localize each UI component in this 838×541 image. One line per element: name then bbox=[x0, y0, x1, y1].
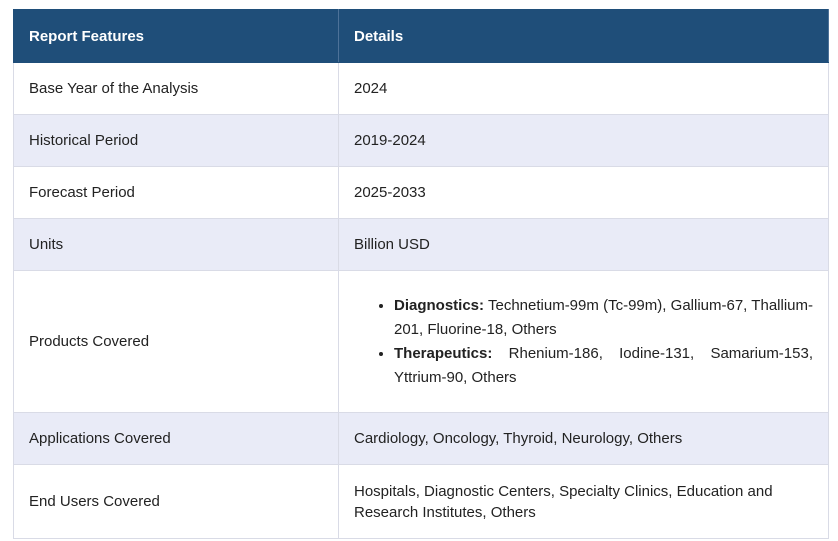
table-row: Historical Period 2019-2024 bbox=[13, 114, 829, 167]
table-row: Forecast Period 2025-2033 bbox=[13, 166, 829, 219]
header-report-features: Report Features bbox=[13, 9, 339, 63]
list-item-label: Diagnostics: bbox=[394, 296, 485, 314]
report-features-table: Report Features Details Base Year of the… bbox=[13, 9, 829, 539]
list-item: Diagnostics: Technetium-99m (Tc-99m), Ga… bbox=[394, 294, 813, 342]
feature-cell: Units bbox=[13, 218, 339, 271]
feature-cell: Products Covered bbox=[13, 270, 339, 413]
list-item-label: Therapeutics: bbox=[394, 344, 493, 362]
report-table-container: Report Features Details Base Year of the… bbox=[13, 9, 829, 539]
detail-cell: 2025-2033 bbox=[338, 166, 829, 219]
feature-cell: Base Year of the Analysis bbox=[13, 62, 339, 115]
detail-cell: Hospitals, Diagnostic Centers, Specialty… bbox=[338, 464, 829, 539]
table-row: Applications Covered Cardiology, Oncolog… bbox=[13, 412, 829, 465]
detail-cell: 2024 bbox=[338, 62, 829, 115]
feature-cell: Historical Period bbox=[13, 114, 339, 167]
detail-cell: Cardiology, Oncology, Thyroid, Neurology… bbox=[338, 412, 829, 465]
feature-cell: Applications Covered bbox=[13, 412, 339, 465]
table-row: Base Year of the Analysis 2024 bbox=[13, 62, 829, 115]
table-header-row: Report Features Details bbox=[13, 9, 829, 63]
table-row: End Users Covered Hospitals, Diagnostic … bbox=[13, 464, 829, 539]
feature-cell: End Users Covered bbox=[13, 464, 339, 539]
table-row: Products Covered Diagnostics: Technetium… bbox=[13, 270, 829, 413]
table-row: Units Billion USD bbox=[13, 218, 829, 271]
detail-cell-products: Diagnostics: Technetium-99m (Tc-99m), Ga… bbox=[338, 270, 829, 413]
detail-cell: Billion USD bbox=[338, 218, 829, 271]
feature-cell: Forecast Period bbox=[13, 166, 339, 219]
header-details: Details bbox=[338, 9, 829, 63]
list-item: Therapeutics: Rhenium-186, Iodine-131, S… bbox=[394, 342, 813, 390]
products-list: Diagnostics: Technetium-99m (Tc-99m), Ga… bbox=[354, 294, 813, 390]
detail-cell: 2019-2024 bbox=[338, 114, 829, 167]
